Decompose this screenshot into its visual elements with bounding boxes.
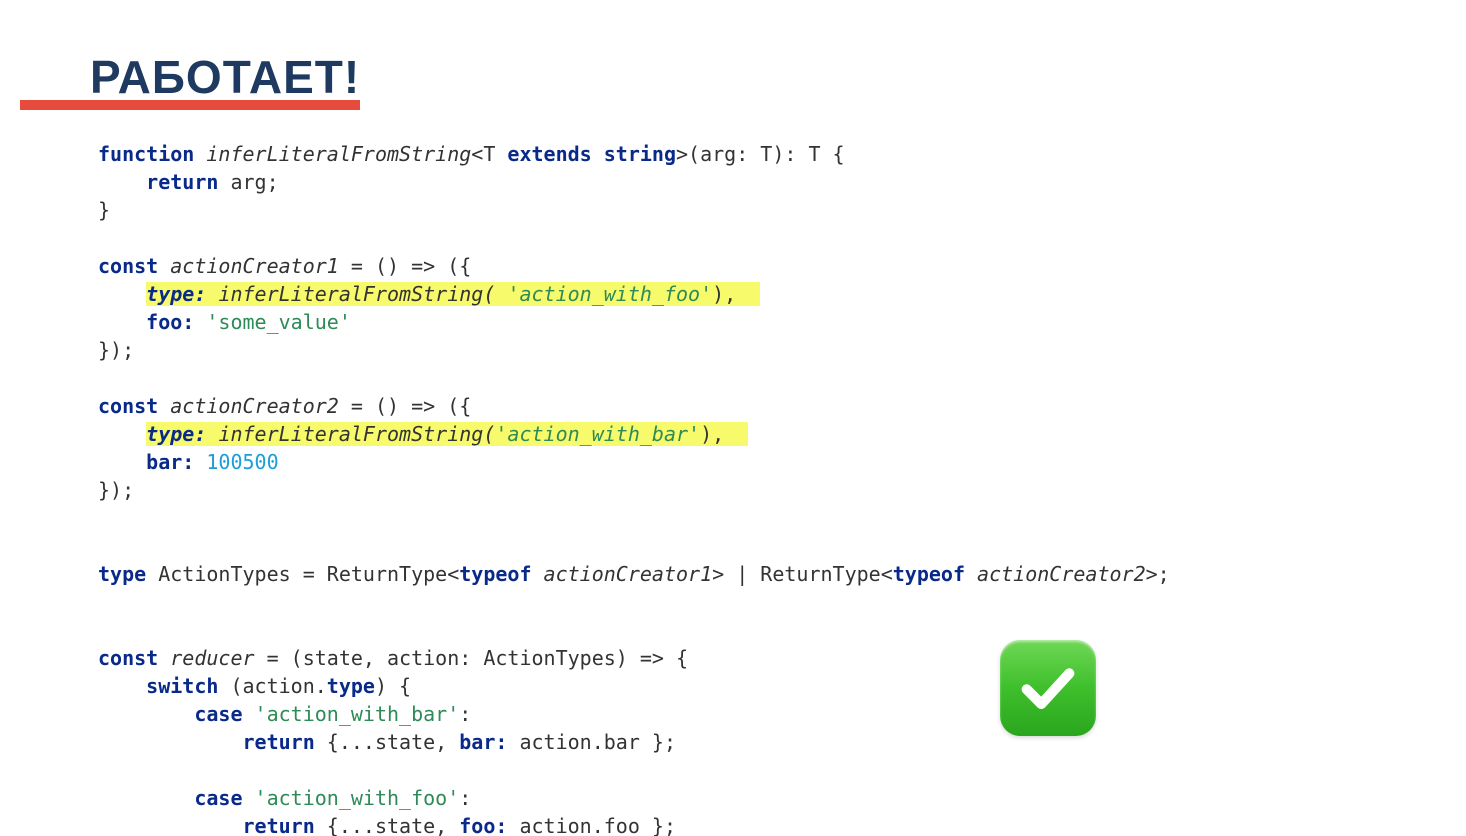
string-action-with-bar: 'action_with_bar': [495, 422, 700, 446]
kw-return: return: [146, 170, 218, 194]
kw-case: case: [194, 702, 242, 726]
checkmark-icon: [1000, 640, 1096, 736]
prop-bar: bar:: [459, 730, 507, 754]
space: [194, 450, 206, 474]
kw-extends: extends: [507, 142, 591, 166]
id-actionCreator2: actionCreator2: [158, 394, 339, 418]
colon: :: [459, 786, 471, 810]
type-T: T: [483, 142, 495, 166]
trail: [724, 422, 748, 446]
kw-type: type: [98, 562, 146, 586]
kw-const: const: [98, 646, 158, 670]
space: [243, 786, 255, 810]
indent: [98, 702, 194, 726]
switch-close: ) {: [375, 674, 411, 698]
kw-switch: switch: [146, 674, 218, 698]
prop-foo: foo:: [459, 814, 507, 836]
space: [194, 310, 206, 334]
number-100500: 100500: [206, 450, 278, 474]
string-some-value: 'some_value': [206, 310, 351, 334]
id-actionCreator1: actionCreator1: [532, 562, 713, 586]
obj-close: });: [98, 478, 134, 502]
slide-title: РАБОТАЕТ!: [90, 50, 360, 104]
string-action-with-foo: 'action_with_foo': [507, 282, 712, 306]
paren-open: (: [483, 282, 507, 306]
id-reducer: reducer: [158, 646, 254, 670]
space: [243, 702, 255, 726]
indent: [98, 786, 194, 810]
prop-type: type:: [146, 282, 206, 306]
arrow-open: = () => ({: [339, 254, 471, 278]
type-alias-a: ActionTypes = ReturnType<: [146, 562, 459, 586]
kw-const: const: [98, 394, 158, 418]
kw-typeof: typeof: [893, 562, 965, 586]
return-rest: action.foo };: [507, 814, 676, 836]
id-actionCreator1: actionCreator1: [158, 254, 339, 278]
obj-close: });: [98, 338, 134, 362]
space: [206, 282, 218, 306]
string-case-foo: 'action_with_foo': [255, 786, 460, 810]
kw-string: string: [604, 142, 676, 166]
fn-call-name: inferLiteralFromString: [218, 282, 483, 306]
space: [206, 422, 218, 446]
sig-rest: >(arg: T): T {: [676, 142, 845, 166]
highlight-line-2: type: inferLiteralFromString('action_wit…: [146, 422, 748, 446]
kw-const: const: [98, 254, 158, 278]
indent: [98, 450, 146, 474]
colon: :: [459, 702, 471, 726]
fn-call-name: inferLiteralFromString: [218, 422, 483, 446]
space: [592, 142, 604, 166]
switch-open: (action.: [218, 674, 326, 698]
indent: [98, 310, 146, 334]
type-alias-end: >;: [1146, 562, 1170, 586]
kw-case: case: [194, 786, 242, 810]
fn-name: inferLiteralFromString: [194, 142, 471, 166]
kw-return: return: [243, 730, 315, 754]
prop-bar: bar:: [146, 450, 194, 474]
indent: [98, 170, 146, 194]
slide: РАБОТАЕТ! function inferLiteralFromStrin…: [0, 0, 1466, 836]
space: [495, 142, 507, 166]
type-alias-mid: > | ReturnType<: [712, 562, 893, 586]
arrow-open: = () => ({: [339, 394, 471, 418]
checkmark-svg: [1016, 656, 1080, 720]
spread-mid: {...state,: [315, 730, 460, 754]
return-arg: arg;: [218, 170, 278, 194]
brace-close: }: [98, 198, 110, 222]
paren-close: ),: [700, 422, 724, 446]
kw-return: return: [243, 814, 315, 836]
prop-type: type:: [146, 422, 206, 446]
angle-open: <: [471, 142, 483, 166]
string-case-bar: 'action_with_bar': [255, 702, 460, 726]
indent: [98, 282, 146, 306]
reducer-sig: = (state, action: ActionTypes) => {: [255, 646, 688, 670]
return-rest: action.bar };: [507, 730, 676, 754]
indent: [98, 730, 243, 754]
indent: [98, 674, 146, 698]
highlight-line-1: type: inferLiteralFromString( 'action_wi…: [146, 282, 760, 306]
title-wrap: РАБОТАЕТ!: [90, 50, 360, 104]
trail: [736, 282, 760, 306]
spread-mid: {...state,: [315, 814, 460, 836]
kw-typeof: typeof: [459, 562, 531, 586]
indent: [98, 814, 243, 836]
kw-function: function: [98, 142, 194, 166]
id-actionCreator2: actionCreator2: [965, 562, 1146, 586]
prop-foo: foo:: [146, 310, 194, 334]
prop-type: type: [327, 674, 375, 698]
paren-open: (: [483, 422, 495, 446]
indent: [98, 422, 146, 446]
paren-close: ),: [712, 282, 736, 306]
